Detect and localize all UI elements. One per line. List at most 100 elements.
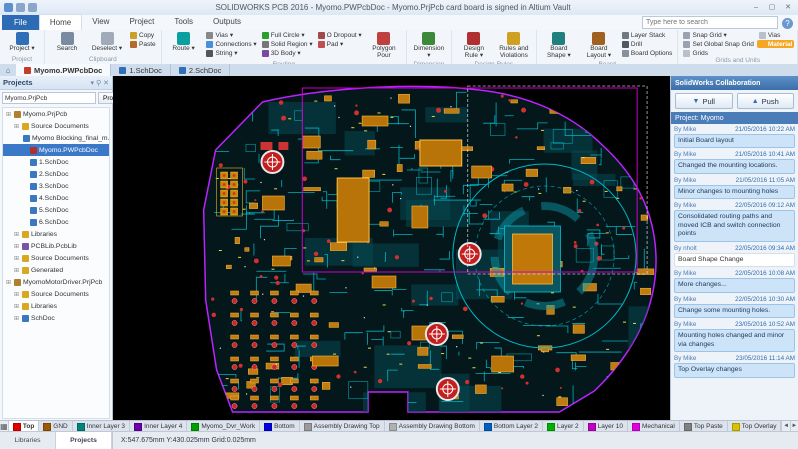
tree-expander[interactable]: ⊞ [13,267,20,274]
ribbon-button-solid-region[interactable]: Solid Region ▾ [260,40,315,48]
tab-view[interactable]: View [82,14,119,29]
ribbon-button-deselect[interactable]: Deselect ▾ [88,31,126,54]
tree-item-5-schdoc[interactable]: 5.SchDoc [3,204,109,216]
ribbon-button-drill[interactable]: Drill [620,40,675,48]
ribbon-button-material[interactable]: Material [756,40,795,48]
save-icon[interactable] [16,3,25,12]
ribbon-button-label: Route ▾ [172,45,195,52]
ribbon-button-design-rule[interactable]: Design Rule ▾ [455,31,493,61]
tree-item-2-schdoc[interactable]: 2.SchDoc [3,168,109,180]
ribbon-button-string[interactable]: String ▾ [204,49,258,57]
ribbon-button-dimension[interactable]: Dimension ▾ [410,31,448,61]
help-icon[interactable]: ? [782,18,793,29]
tab-file[interactable]: File [2,15,39,30]
tree-expander[interactable]: ⊞ [13,315,20,322]
ribbon-button-search[interactable]: Search [48,31,86,54]
ribbon-button-set-global-snap-grid[interactable]: Set Global Snap Grid [681,40,755,48]
tree-item-6-schdoc[interactable]: 6.SchDoc [3,216,109,228]
ribbon-button-board-layout[interactable]: Board Layout ▾ [580,31,618,61]
tree-item-source-documents[interactable]: ⊞ Source Documents [3,252,109,264]
tab-project[interactable]: Project [119,14,164,29]
ribbon-button-vias[interactable]: Vias ▾ [204,31,258,39]
history-entry[interactable]: By Mike 22/05/2016 10:08 AM More changes..… [674,270,795,293]
tree-expander[interactable]: ⊞ [13,255,20,262]
ribbon-button-vias[interactable]: Vias [757,31,795,39]
project-selector[interactable] [2,92,96,104]
panel-menu-icon[interactable]: ▾ [90,79,94,87]
ribbon-button-label: Copy [139,31,155,39]
tree-item-generated[interactable]: ⊞ Generated [3,264,109,276]
tree-item-myomo-blocking-final-m[interactable]: Myomo Blocking_final_m... [3,132,109,144]
ribbon-button-layer-stack[interactable]: Layer Stack [620,31,675,39]
tree-item-libraries[interactable]: ⊞ Libraries [3,300,109,312]
tree-expander[interactable]: ⊞ [13,243,20,250]
tree-expander[interactable]: ⊞ [5,111,12,118]
close-button[interactable]: ✕ [781,2,795,13]
document-tab-myomo-pwpcbdoc[interactable]: Myomo.PWPcbDoc [16,64,112,76]
tree-item-source-documents[interactable]: ⊞ Source Documents [3,120,109,132]
tree-item-3-schdoc[interactable]: 3.SchDoc [3,180,109,192]
ribbon-button-o-dropout[interactable]: O Dropout ▾ [316,31,364,39]
search-input[interactable] [642,16,778,29]
tree-expander[interactable]: ⊞ [13,231,20,238]
history-entry[interactable]: By Mike 22/05/2016 10:30 AM Change some mo… [674,296,795,319]
tree-item-1-schdoc[interactable]: 1.SchDoc [3,156,109,168]
tree-item-pcblib-pcblib[interactable]: ⊞ PCBLib.PcbLib [3,240,109,252]
tab-tools[interactable]: Tools [164,14,203,29]
tree-expander[interactable]: ⊞ [13,123,20,130]
document-tab-1-schdoc[interactable]: 1.SchDoc [111,64,171,76]
ribbon-button-paste[interactable]: Paste [128,40,158,48]
tab-home[interactable]: Home [38,14,83,30]
panel-close-icon[interactable]: ✕ [103,79,109,87]
ribbon-button-copy[interactable]: Copy [128,31,158,39]
history-entry[interactable]: By Mike 22/05/2016 09:12 AM Consolidated r… [674,202,795,242]
tree-item-libraries[interactable]: ⊞ Libraries [3,228,109,240]
ribbon-button-connections[interactable]: Connections ▾ [204,40,258,48]
history-entry[interactable]: By Mike 23/05/2016 11:14 AM Top Overlay ch… [674,355,795,378]
tree-item-myomomotordriver-prjpcb[interactable]: ⊞ MyomoMotorDriver.PrjPcb [3,276,109,288]
tree-expander[interactable]: ⊞ [5,279,12,286]
maximize-button[interactable]: ▢ [765,2,779,13]
history-entry[interactable]: By Mike 21/05/2016 10:41 AM Changed the mo… [674,151,795,174]
sch-icon [23,134,30,142]
push-button[interactable]: ▲ Push [736,93,794,109]
ribbon-button-board-options[interactable]: Board Options [620,49,675,57]
ribbon-button-grids[interactable]: Grids [681,49,755,57]
tree-item-source-documents[interactable]: ⊞ Source Documents [3,288,109,300]
panel-pin-icon[interactable]: ⚲ [96,79,101,87]
ribbon-button-3d-body[interactable]: 3D Body ▾ [260,49,315,57]
document-tab-2-schdoc[interactable]: 2.SchDoc [171,64,231,76]
tree-item-myomo-prjpcb[interactable]: ⊞ Myomo.PrjPcb [3,108,109,120]
ribbon-button-route[interactable]: Route ▾ [165,31,203,54]
panel-tab-libraries[interactable]: Libraries [0,432,56,449]
panel-tab-projects[interactable]: Projects [56,432,112,449]
pad-icon [317,40,325,48]
home-tab[interactable]: ⌂ [0,65,16,76]
ribbon-group-grids-and-units: Snap Grid ▾ Set Global Snap Grid Grids Vias… [678,30,798,64]
tree-expander[interactable]: ⊞ [13,303,20,310]
tree-item-schdoc[interactable]: ⊞ SchDoc [3,312,109,324]
ribbon-button-full-circle[interactable]: Full Circle ▾ [260,31,315,39]
drill-icon [621,40,629,48]
tree-expander[interactable]: ⊞ [13,291,20,298]
ribbon-button-pad[interactable]: Pad ▾ [316,40,364,48]
pull-button[interactable]: ▼ Pull [675,93,733,109]
ribbon-button-project[interactable]: Project ▾ [3,31,41,54]
pcb-canvas[interactable] [113,76,670,420]
tab-outputs[interactable]: Outputs [203,14,251,29]
layer-color-swatch [483,422,492,431]
window-title: SOLIDWORKS PCB 2016 - Myomo.PWPcbDoc - M… [215,3,571,12]
history-entry[interactable]: By Mike 21/05/2016 10:22 AM Initial Board … [674,126,795,149]
tree-item-myomo-pwpcbdoc[interactable]: Myomo.PWPcbDoc [3,144,109,156]
undo-icon[interactable] [28,3,37,12]
history-entry[interactable]: By Mike 21/05/2016 11:05 AM Minor changes … [674,177,795,200]
ribbon-button-board-shape[interactable]: Board Shape ▾ [540,31,578,61]
quick-access-toolbar [4,3,37,12]
ribbon-button-snap-grid[interactable]: Snap Grid ▾ [681,31,755,39]
ribbon-button-rules-and-violations[interactable]: Rules and Violations [495,31,533,61]
ribbon-button-polygon-pour[interactable]: Polygon Pour [365,31,403,61]
history-entry[interactable]: By nholt 22/05/2016 09:34 AM Board Shape C… [674,245,795,268]
tree-item-4-schdoc[interactable]: 4.SchDoc [3,192,109,204]
minimize-button[interactable]: – [749,2,763,13]
history-entry[interactable]: By Mike 23/05/2016 10:52 AM Mounting holes… [674,321,795,353]
